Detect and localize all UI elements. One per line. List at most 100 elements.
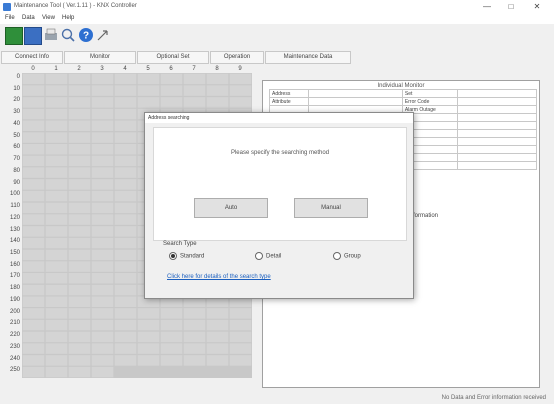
grid-cell[interactable] (206, 73, 229, 85)
grid-cell[interactable] (229, 97, 252, 108)
grid-cell[interactable] (183, 319, 206, 331)
grid-cell[interactable] (22, 226, 45, 237)
radio-standard-dot[interactable] (169, 252, 177, 260)
close-button[interactable]: ✕ (526, 1, 548, 13)
grid-cell[interactable] (45, 319, 68, 331)
grid-cell[interactable] (22, 202, 45, 214)
grid-cell[interactable] (160, 331, 183, 343)
radio-group[interactable]: Group (333, 252, 361, 262)
grid-cell[interactable] (45, 144, 68, 155)
tab-connect-info[interactable]: Connect Info (1, 51, 63, 64)
grid-cell[interactable] (45, 73, 68, 85)
grid-cell[interactable] (45, 120, 68, 132)
grid-cell[interactable] (114, 355, 137, 366)
auto-button[interactable]: Auto (194, 198, 268, 218)
grid-cell[interactable] (114, 261, 137, 272)
grid-cell[interactable] (229, 85, 252, 96)
grid-cell[interactable] (91, 366, 114, 378)
grid-cell[interactable] (22, 237, 45, 249)
grid-cell[interactable] (68, 296, 91, 308)
grid-cell[interactable] (160, 73, 183, 85)
menu-help[interactable]: Help (62, 15, 74, 21)
grid-cell[interactable] (22, 190, 45, 202)
grid-cell[interactable] (68, 226, 91, 237)
grid-cell[interactable] (68, 202, 91, 214)
grid-cell[interactable] (137, 85, 160, 96)
grid-cell[interactable] (91, 120, 114, 132)
grid-cell[interactable] (91, 237, 114, 249)
grid-cell[interactable] (206, 355, 229, 366)
grid-cell[interactable] (22, 355, 45, 366)
grid-cell[interactable] (22, 132, 45, 143)
grid-cell[interactable] (114, 226, 137, 237)
grid-cell[interactable] (68, 155, 91, 167)
grid-cell[interactable] (68, 331, 91, 343)
grid-cell[interactable] (91, 331, 114, 343)
grid-cell[interactable] (114, 237, 137, 249)
grid-cell[interactable] (68, 355, 91, 366)
tab-monitor[interactable]: Monitor (64, 51, 136, 64)
maximize-button[interactable]: □ (500, 1, 522, 13)
radio-detail[interactable]: Detail (255, 252, 281, 262)
manual-button[interactable]: Manual (294, 198, 368, 218)
grid-cell[interactable] (45, 366, 68, 378)
grid-cell[interactable] (91, 97, 114, 108)
grid-cell[interactable] (45, 237, 68, 249)
grid-cell[interactable] (68, 167, 91, 178)
grid-cell[interactable] (68, 120, 91, 132)
grid-cell[interactable] (45, 296, 68, 308)
grid-cell[interactable] (68, 85, 91, 96)
grid-cell[interactable] (22, 179, 45, 190)
grid-cell[interactable] (114, 331, 137, 343)
grid-cell[interactable] (137, 343, 160, 354)
grid-cell[interactable] (91, 132, 114, 143)
grid-cell[interactable] (22, 85, 45, 96)
grid-cell[interactable] (160, 85, 183, 96)
grid-cell[interactable] (137, 331, 160, 343)
grid-cell[interactable] (206, 97, 229, 108)
grid-cell[interactable] (229, 73, 252, 85)
grid-cell[interactable] (68, 319, 91, 331)
grid-cell[interactable] (114, 120, 137, 132)
grid-cell[interactable] (114, 214, 137, 225)
grid-cell[interactable] (68, 273, 91, 284)
grid-cell[interactable] (68, 190, 91, 202)
grid-cell[interactable] (22, 343, 45, 354)
grid-cell[interactable] (114, 97, 137, 108)
grid-cell[interactable] (91, 214, 114, 225)
grid-cell[interactable] (114, 249, 137, 261)
grid-cell[interactable] (22, 249, 45, 261)
grid-cell[interactable] (22, 261, 45, 272)
grid-cell[interactable] (22, 120, 45, 132)
grid-cell[interactable] (183, 331, 206, 343)
grid-cell[interactable] (45, 261, 68, 272)
grid-cell[interactable] (91, 179, 114, 190)
new-icon[interactable] (5, 27, 23, 45)
grid-cell[interactable] (45, 167, 68, 178)
grid-cell[interactable] (22, 167, 45, 178)
grid-cell[interactable] (160, 343, 183, 354)
grid-cell[interactable] (206, 308, 229, 319)
grid-cell[interactable] (91, 273, 114, 284)
grid-cell[interactable] (68, 97, 91, 108)
grid-cell[interactable] (91, 155, 114, 167)
grid-cell[interactable] (114, 190, 137, 202)
grid-cell[interactable] (206, 85, 229, 96)
grid-cell[interactable] (114, 108, 137, 120)
grid-cell[interactable] (114, 308, 137, 319)
grid-cell[interactable] (114, 167, 137, 178)
grid-cell[interactable] (160, 319, 183, 331)
grid-cell[interactable] (22, 308, 45, 319)
minimize-button[interactable]: — (476, 1, 498, 13)
grid-cell[interactable] (114, 343, 137, 354)
grid-cell[interactable] (114, 132, 137, 143)
grid-cell[interactable] (45, 249, 68, 261)
grid-cell[interactable] (68, 144, 91, 155)
grid-cell[interactable] (68, 308, 91, 319)
grid-cell[interactable] (91, 296, 114, 308)
grid-cell[interactable] (183, 343, 206, 354)
grid-cell[interactable] (45, 214, 68, 225)
arrow-icon[interactable] (95, 27, 111, 43)
grid-cell[interactable] (45, 179, 68, 190)
search-icon[interactable] (60, 27, 76, 43)
